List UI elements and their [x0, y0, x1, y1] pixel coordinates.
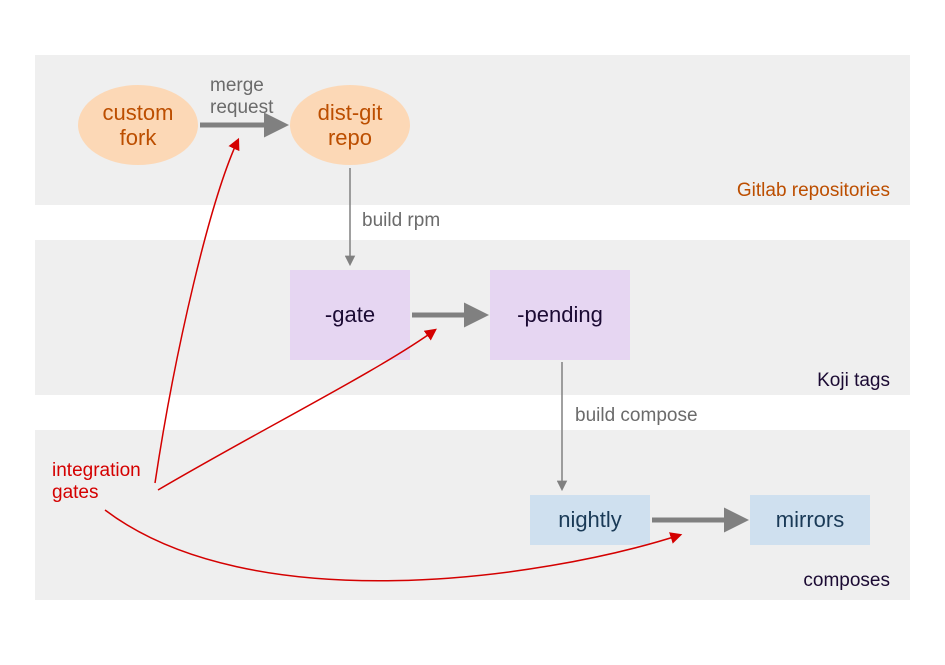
lane-label-gitlab: Gitlab repositories	[737, 180, 890, 202]
node-custom-fork-label: custom fork	[103, 100, 174, 151]
annotation-integration-gates: integration gates	[52, 460, 141, 504]
node-nightly-label: nightly	[558, 507, 622, 533]
node-pending-tag-label: -pending	[517, 302, 603, 328]
node-mirrors-label: mirrors	[776, 507, 844, 533]
lane-label-composes: composes	[803, 570, 890, 592]
edge-label-merge-request: merge request	[210, 75, 273, 119]
swimlane-koji	[35, 240, 910, 395]
node-custom-fork: custom fork	[78, 85, 198, 165]
lane-label-koji: Koji tags	[817, 370, 890, 392]
node-mirrors: mirrors	[750, 495, 870, 545]
node-dist-git: dist-git repo	[290, 85, 410, 165]
node-gate-tag: -gate	[290, 270, 410, 360]
diagram-canvas: Gitlab repositories Koji tags composes c…	[0, 0, 945, 665]
node-nightly: nightly	[530, 495, 650, 545]
node-pending-tag: -pending	[490, 270, 630, 360]
edge-label-build-rpm: build rpm	[362, 210, 440, 232]
edge-label-build-compose: build compose	[575, 405, 698, 427]
node-dist-git-label: dist-git repo	[318, 100, 383, 151]
node-gate-tag-label: -gate	[325, 302, 375, 328]
